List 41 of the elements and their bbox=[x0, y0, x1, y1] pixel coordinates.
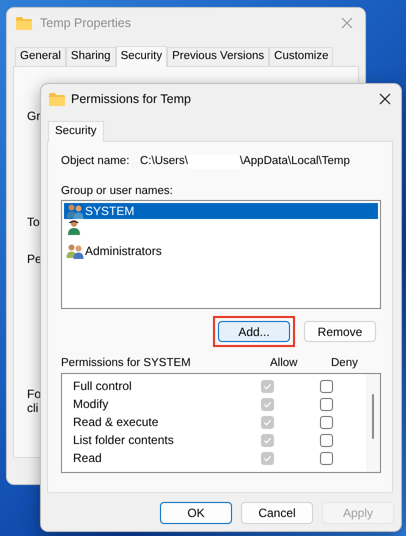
permission-name: Read & execute bbox=[72, 414, 160, 431]
object-name-label: Object name: bbox=[61, 154, 130, 170]
user-list-item[interactable]: SYSTEM bbox=[64, 203, 378, 219]
permission-name: Read bbox=[72, 450, 103, 467]
window-title: Temp Properties bbox=[40, 14, 132, 32]
object-path: C:\Users\ bbox=[140, 154, 188, 170]
group-label: Group or user names: bbox=[61, 184, 174, 198]
tab[interactable]: Customize bbox=[269, 47, 334, 66]
permission-name: List folder contents bbox=[72, 432, 175, 449]
label-fragment: To bbox=[27, 215, 40, 229]
column-header: Deny bbox=[331, 356, 358, 372]
user-group-icon bbox=[66, 243, 84, 259]
user-icon bbox=[66, 219, 82, 235]
add-button[interactable]: Add... bbox=[218, 321, 290, 342]
tab[interactable]: Security bbox=[116, 46, 168, 67]
label-fragment: cli bbox=[27, 401, 38, 415]
tab[interactable]: Security bbox=[48, 121, 104, 142]
object-path: \AppData\Local\Temp bbox=[240, 154, 350, 170]
checkbox[interactable] bbox=[320, 380, 333, 392]
close-icon[interactable] bbox=[379, 93, 391, 105]
column-header: Allow bbox=[270, 356, 298, 372]
folder-icon bbox=[16, 16, 32, 30]
checkbox[interactable] bbox=[320, 452, 333, 464]
remove-button[interactable]: Remove bbox=[304, 321, 376, 342]
folder-icon bbox=[49, 92, 65, 106]
tab[interactable]: General bbox=[15, 47, 66, 66]
permission-name: Modify bbox=[72, 396, 110, 413]
tab[interactable]: Previous Versions bbox=[167, 47, 270, 66]
label-fragment: Gr bbox=[27, 109, 40, 123]
user-group-icon bbox=[66, 203, 84, 219]
dialog-title: Permissions for Temp bbox=[71, 90, 191, 108]
dialog-button[interactable]: Cancel bbox=[241, 502, 313, 524]
user-list-item[interactable]: Administrators bbox=[64, 243, 378, 259]
checkbox[interactable] bbox=[320, 416, 333, 428]
permission-name: Full control bbox=[72, 378, 133, 395]
tab[interactable]: Sharing bbox=[66, 47, 116, 66]
permissions-label: Permissions for SYSTEM bbox=[61, 356, 192, 372]
scrollbar[interactable] bbox=[366, 374, 380, 472]
dialog-button[interactable]: OK bbox=[160, 502, 232, 524]
checkbox[interactable] bbox=[320, 434, 333, 446]
checkbox[interactable] bbox=[320, 398, 333, 410]
